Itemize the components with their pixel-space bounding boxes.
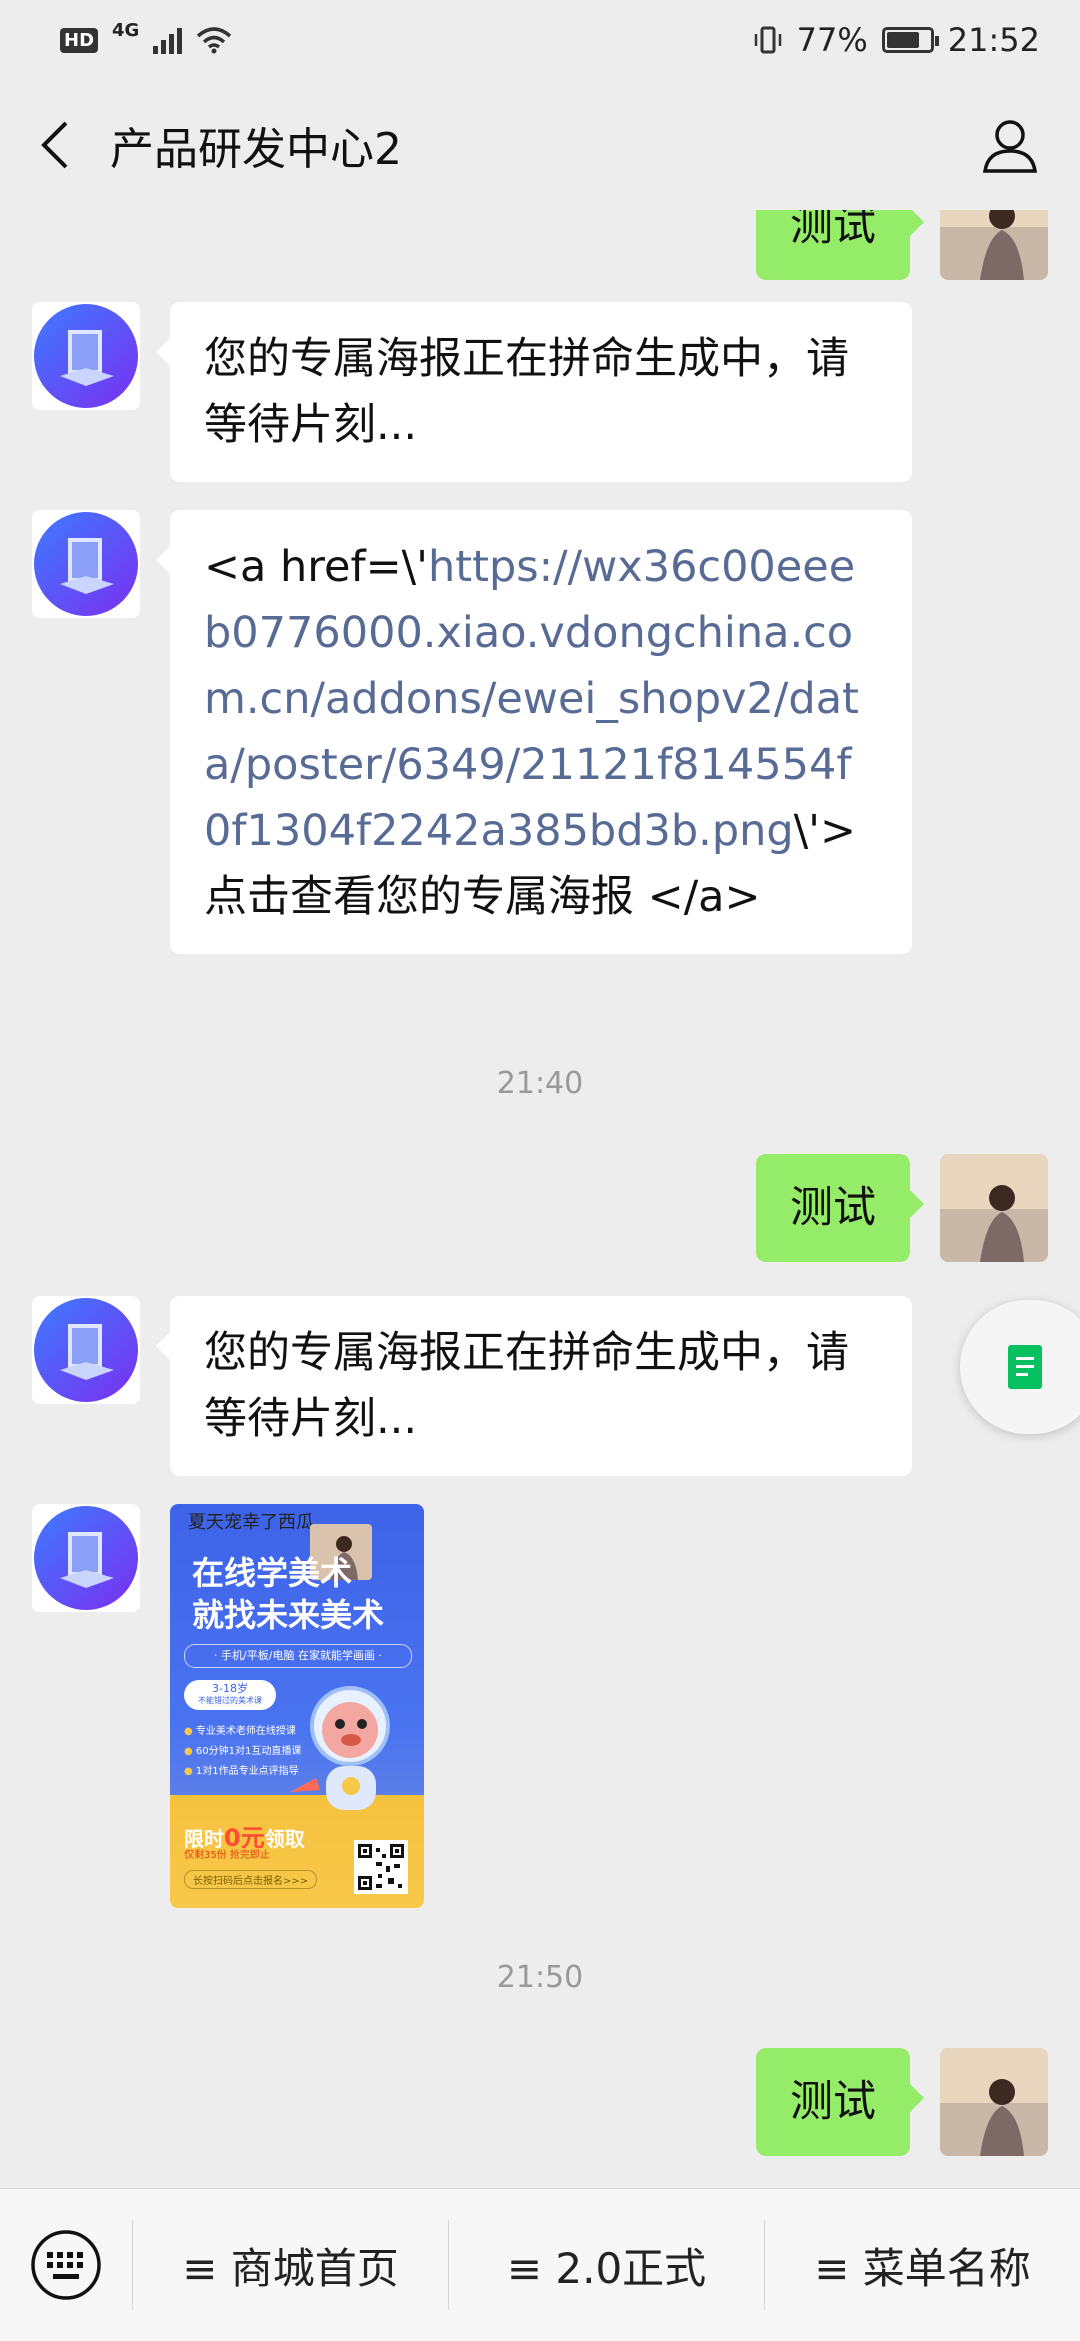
chevron-left-icon <box>41 121 68 169</box>
chat-header: 产品研发中心2 <box>0 80 1080 210</box>
user-avatar[interactable] <box>940 2048 1048 2156</box>
status-right: 77% 21:52 <box>753 21 1040 59</box>
back-button[interactable] <box>30 110 80 180</box>
bottom-menu-bar: ≡ 商城首页 ≡ 2.0正式 ≡ 菜单名称 <box>0 2188 1080 2341</box>
battery-icon <box>881 27 939 53</box>
status-bar: HD 4G 77% 21:52 <box>0 0 1080 80</box>
battery-level <box>886 32 920 48</box>
user-avatar[interactable] <box>940 1154 1048 1262</box>
chat-info-button[interactable] <box>970 105 1050 185</box>
received-link-message[interactable]: <a href=\'https://wx36c00eeeb0776000.xia… <box>156 510 912 954</box>
page-title: 产品研发中心2 <box>110 124 402 175</box>
document-avatar-icon <box>34 304 138 408</box>
poster-subline: · 手机/平板/电脑 在家就能学画画 · <box>184 1644 412 1668</box>
user-avatar[interactable] <box>940 210 1048 280</box>
poster-headline-2: 就找未来美术 <box>192 1596 385 1634</box>
wifi-icon <box>197 27 232 54</box>
note-icon <box>1008 1345 1042 1389</box>
sent-message-bubble[interactable]: 测试 <box>756 2048 924 2156</box>
bot-avatar[interactable] <box>32 302 140 410</box>
poster-headline-1: 在线学美术 <box>192 1554 353 1592</box>
astronaut-mascot-icon <box>290 1686 390 1810</box>
bot-avatar[interactable] <box>32 510 140 618</box>
poster-image-message[interactable]: 夏天宠幸了西瓜 在线学美术 就找未来美术 · 手机/平板/电脑 在家就能学画画 … <box>170 1504 424 1908</box>
qr-code-icon <box>354 1840 408 1894</box>
hd-badge: HD <box>60 27 99 53</box>
bot-avatar[interactable] <box>32 1296 140 1404</box>
poster-age-pill: 3-18岁 不能错过的美术课 <box>184 1680 276 1710</box>
bot-avatar[interactable] <box>32 1504 140 1612</box>
timestamp: 21:50 <box>496 1960 584 1995</box>
received-message-bubble[interactable]: 您的专属海报正在拼命生成中，请等待片刻... <box>156 302 912 482</box>
poster-promo-suffix: 领取 <box>264 1827 305 1851</box>
signal-icon <box>153 26 183 54</box>
document-avatar-icon <box>34 1506 138 1610</box>
link-prefix: <a href=\' <box>204 542 428 592</box>
network-type: 4G <box>112 19 140 41</box>
user-icon <box>982 120 1038 173</box>
poster-remaining: 仅剩35份 抢完即止 <box>184 1850 270 1861</box>
menu-item-shop-home[interactable]: ≡ 商城首页 <box>132 2220 448 2310</box>
poster-scan-text: 长按扫码后点击报名>>> <box>184 1870 318 1889</box>
document-avatar-icon <box>34 512 138 616</box>
battery-percent: 77% <box>796 21 868 59</box>
poster-age-note: 不能错过的美术课 <box>198 1696 262 1705</box>
menu-item-menu-name[interactable]: ≡ 菜单名称 <box>764 2220 1080 2310</box>
poster-headline: 在线学美术 就找未来美术 <box>192 1552 384 1636</box>
clock: 21:52 <box>947 21 1040 59</box>
timestamp: 21:40 <box>496 1066 584 1101</box>
message-list[interactable]: 测试 您的专属海报正在拼命生成中，请等待片刻... <a href=\'http… <box>0 210 1080 2185</box>
received-message-bubble[interactable]: 您的专属海报正在拼命生成中，请等待片刻... <box>156 1296 912 1476</box>
poster-age: 3-18岁 <box>212 1682 248 1695</box>
status-left: HD 4G <box>60 20 232 54</box>
keyboard-icon <box>31 2230 101 2300</box>
document-avatar-icon <box>34 1298 138 1402</box>
sent-message-bubble[interactable]: 测试 <box>756 1154 924 1262</box>
sent-message-bubble[interactable]: 测试 <box>756 210 924 280</box>
vibrate-icon <box>754 26 781 54</box>
keyboard-toggle-button[interactable] <box>0 2189 132 2341</box>
menu-item-version[interactable]: ≡ 2.0正式 <box>448 2220 764 2310</box>
poster-top-text: 夏天宠幸了西瓜 <box>188 1512 314 1533</box>
